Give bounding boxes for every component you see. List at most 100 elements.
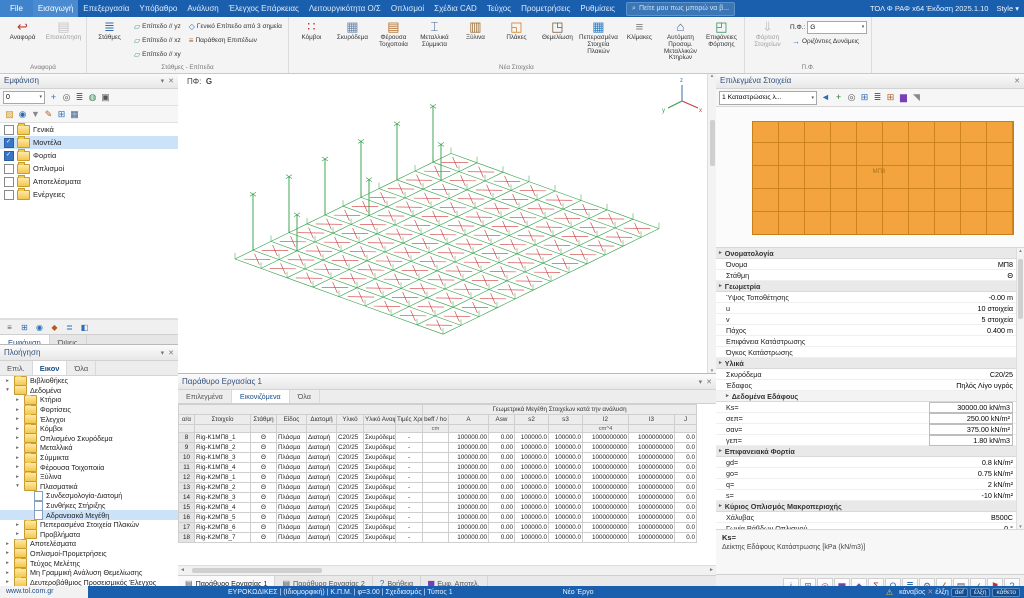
column-header[interactable]: A xyxy=(449,415,489,425)
property-row[interactable]: v5 στοιχεία xyxy=(716,314,1017,325)
table-row[interactable]: 9Rig-K1ΜΠ8_2ΘΠλάσμαΔιατομήC20/25Σκυρόδεμ… xyxy=(179,443,697,453)
table-icon[interactable]: ⊞ xyxy=(884,91,897,104)
tag-icon[interactable]: ◆ xyxy=(48,321,61,334)
property-row[interactable]: σαν=375.00 kN/m² xyxy=(716,424,1017,435)
property-row[interactable]: gd=0.8 kN/m² xyxy=(716,457,1017,468)
ribbon-button[interactable]: ▦Πεπερασμένα Στοιχεία Πλακών xyxy=(578,18,619,63)
ribbon-button[interactable]: ⌂Αυτόματη Προσομ. Μεταλλικών Κτηρίων xyxy=(660,18,701,63)
file-menu-button[interactable]: File xyxy=(0,0,33,17)
cube-icon[interactable]: ◧ xyxy=(78,321,91,334)
layers-icon[interactable]: ≣ xyxy=(871,91,884,104)
filter-tab[interactable]: Εικονιζόμενα xyxy=(232,390,290,403)
ribbon-button[interactable]: ▱Επίπεδο // yz xyxy=(132,20,183,33)
property-row[interactable]: go=0.75 kN/m² xyxy=(716,468,1017,479)
property-row[interactable]: ΧάλυβαςB500C xyxy=(716,512,1017,523)
property-section-header[interactable]: ▸Επιφανειακά Φορτία xyxy=(716,446,1017,457)
ribbon-button[interactable]: ▱Επίπεδο // xy xyxy=(132,48,183,61)
tree-item[interactable]: Συνθήκες Στήριξης xyxy=(0,501,178,511)
pin-icon[interactable]: ◥ xyxy=(910,91,923,104)
expand-icon[interactable]: ▸ xyxy=(14,416,21,422)
ribbon-button[interactable]: ≡Παράθεση Επιπέδων xyxy=(187,34,284,47)
panel-pin-icon[interactable]: ▾ xyxy=(161,349,165,357)
tree-item[interactable]: Ενέργειες xyxy=(0,188,178,201)
scroll-thumb[interactable] xyxy=(192,568,322,573)
ribbon-button[interactable]: ≡Κλίμακες xyxy=(619,18,660,63)
tree-item[interactable]: Αδρανειακά Μεγέθη xyxy=(0,510,178,520)
table-row[interactable]: 18Rig-K2ΜΠ8_7ΘΠλάσμαΔιατομήC20/25Σκυρόδε… xyxy=(179,533,697,543)
active-loadcase-combo[interactable]: G▾ xyxy=(807,21,867,34)
tree-item[interactable]: ▸Βιβλιοθήκες xyxy=(0,376,178,386)
eye-icon[interactable]: ◉ xyxy=(33,321,46,334)
tree-item[interactable]: ▸Φορτίσεις xyxy=(0,405,178,415)
table-hscrollbar[interactable]: ◄ ► xyxy=(178,565,716,575)
ribbon-tab-1[interactable]: Εισαγωγή xyxy=(33,0,78,17)
property-row[interactable]: Επιφάνεια Κατάστρωσης xyxy=(716,336,1017,347)
column-header[interactable]: J xyxy=(675,415,697,425)
tree-item[interactable]: Αποτελέσματα xyxy=(0,175,178,188)
grid-icon[interactable]: ⊞ xyxy=(55,108,68,121)
property-row[interactable]: ΌνομαΜΠ8 xyxy=(716,259,1017,270)
column-header[interactable]: Υλικό Αναφοράς xyxy=(364,415,396,425)
ribbon-tab-6[interactable]: Λειτουργικότητα Ο/Σ xyxy=(304,0,386,17)
ribbon-button[interactable]: ▥Ξύλινα xyxy=(455,18,496,63)
property-grid-scrollbar[interactable]: ▲ ▼ xyxy=(1016,248,1024,529)
checkbox[interactable] xyxy=(4,138,14,148)
property-row[interactable]: Γωνία Ράβδων Οπλισμού0 ° xyxy=(716,523,1017,530)
column-header[interactable]: l2 xyxy=(583,415,629,425)
snap-mode-toggle[interactable]: κάθετο xyxy=(992,588,1020,597)
tree-item[interactable]: ▸Μεταλλικά xyxy=(0,443,178,453)
panel-close-icon[interactable]: ✕ xyxy=(168,349,174,357)
property-row[interactable]: γεπ=1.80 kN/m3 xyxy=(716,435,1017,446)
property-row[interactable]: Όγκος Κατάστρωσης xyxy=(716,347,1017,358)
ribbon-button[interactable]: ▤Φέρουσα Τοιχοποιία xyxy=(373,18,414,63)
tree-item[interactable]: ▸Μη Γραμμική Ανάλυση Θεμελίωσης xyxy=(0,568,178,578)
table-row[interactable]: 14Rig-K2ΜΠ8_3ΘΠλάσμαΔιατομήC20/25Σκυρόδε… xyxy=(179,493,697,503)
style-dropdown[interactable]: Style ▾ xyxy=(996,4,1019,13)
scroll-down-icon[interactable]: ▼ xyxy=(1018,524,1022,529)
pan-icon[interactable]: + xyxy=(47,90,60,103)
zoom-icon[interactable]: ◎ xyxy=(845,91,858,104)
column-header[interactable]: beff / ho xyxy=(423,415,449,425)
brush-icon[interactable]: ✎ xyxy=(42,108,55,121)
expand-icon[interactable]: ▾ xyxy=(14,483,21,489)
snap-toggle-label[interactable]: έλξη xyxy=(935,589,949,596)
table-row[interactable]: 10Rig-K1ΜΠ8_3ΘΠλάσμαΔιατομήC20/25Σκυρόδε… xyxy=(179,453,697,463)
column-header[interactable]: Τιμές Χρήστη xyxy=(396,415,423,425)
property-section-header[interactable]: ▸Γεωμετρία xyxy=(716,281,1017,292)
property-row[interactable]: Πάχος0.400 m xyxy=(716,325,1017,336)
ribbon-tab-5[interactable]: Έλεγχος Επάρκειας xyxy=(224,0,304,17)
ribbon-button[interactable]: ∷Κόμβοι xyxy=(291,18,332,63)
expand-icon[interactable]: ▸ xyxy=(14,435,21,441)
warning-icon[interactable]: ⚠ xyxy=(886,588,893,597)
expand-icon[interactable]: ▸ xyxy=(14,426,21,432)
panel-close-icon[interactable]: ✕ xyxy=(168,77,174,85)
property-row[interactable]: ΣτάθμηΘ xyxy=(716,270,1017,281)
column-header[interactable]: Στοιχείο xyxy=(195,415,251,425)
tree-item[interactable]: ▸Ξύλινα xyxy=(0,472,178,482)
folder-icon[interactable]: ▨ xyxy=(3,108,16,121)
filter-icon[interactable]: ▼ xyxy=(29,107,42,120)
grid-icon[interactable]: ⊞ xyxy=(18,321,31,334)
fit-icon[interactable]: ▣ xyxy=(99,91,112,104)
scroll-left-icon[interactable]: ◄ xyxy=(180,567,185,573)
property-row[interactable]: q=2 kN/m² xyxy=(716,479,1017,490)
ribbon-button[interactable]: ▱Επίπεδο // xz xyxy=(132,34,183,47)
tree-item[interactable]: ▸Φέρουσα Τοιχοποιία xyxy=(0,462,178,472)
expand-icon[interactable]: ▸ xyxy=(14,407,21,413)
table-row[interactable]: 13Rig-K2ΜΠ8_2ΘΠλάσμαΔιατομήC20/25Σκυρόδε… xyxy=(179,483,697,493)
tree-item[interactable]: Γενικά xyxy=(0,123,178,136)
checkbox[interactable] xyxy=(4,151,14,161)
globe-icon[interactable]: ◍ xyxy=(86,91,99,104)
property-row[interactable]: σεπ=250.00 kN/m² xyxy=(716,413,1017,424)
ribbon-tab-3[interactable]: Υπόβαθρο xyxy=(134,0,182,17)
column-header[interactable]: s2 xyxy=(515,415,549,425)
grid-toggle-label[interactable]: κάναβος xyxy=(899,589,925,596)
expand-icon[interactable]: ▸ xyxy=(14,455,21,461)
ribbon-button[interactable]: ≣Στάθμες xyxy=(89,18,130,63)
panel-pin-icon[interactable]: ▾ xyxy=(699,378,703,386)
property-row[interactable]: Ύψος Τοποθέτησης-0.00 m xyxy=(716,292,1017,303)
tree-item[interactable]: ▸Αποτελέσματα xyxy=(0,539,178,549)
ribbon-tab-4[interactable]: Ανάλυση xyxy=(182,0,223,17)
save-icon[interactable]: ▦ xyxy=(68,108,81,121)
layers-icon[interactable]: ≣ xyxy=(63,321,76,334)
